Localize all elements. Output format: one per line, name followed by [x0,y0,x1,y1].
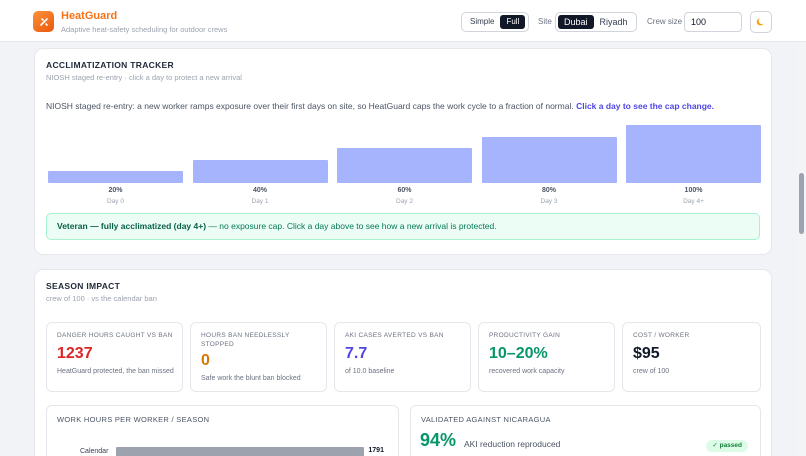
crew-size-label: Crew size [647,17,683,26]
season-title: SEASON IMPACT [46,281,121,291]
site-riyadh-button[interactable]: Riyadh [594,15,634,29]
metric-value: 7.7 [345,345,368,362]
metric-desc: of 10.0 baseline [345,368,395,375]
day-bar-3[interactable] [481,136,617,183]
day-label: Day 0 [107,198,124,205]
metric-label: HOURS BAN NEEDLESSLY STOPPED [201,332,290,348]
day-pct-label: 20% [108,187,123,194]
site-label: Site [538,17,552,26]
page-scrollbar[interactable] [797,42,806,456]
moon-icon [756,18,764,26]
metric-value: 1237 [57,345,93,362]
acclimatization-card: ACCLIMATIZATION TRACKER NIOSH staged re-… [34,48,772,255]
mode-toggle: Simple Full [461,12,529,32]
site-dubai-button[interactable]: Dubai [558,15,594,29]
metric-value: 0 [201,352,210,369]
flame-icon [39,17,48,26]
day-label: Day 3 [540,198,558,205]
day-bar-1[interactable] [192,159,328,183]
metric-label: DANGER HOURS CAUGHT VS BAN [57,332,173,339]
day-pct-label: 60% [397,187,412,194]
day-pct-label: 40% [252,187,267,194]
app-logo [33,11,54,32]
day-label: Day 4+ [683,198,704,205]
metric-productivity-gain: PRODUCTIVITY GAIN 10–20% recovered work … [478,322,615,392]
metric-label: PRODUCTIVITY GAIN [489,332,561,339]
metric-desc: Safe work the blunt ban blocked [201,375,301,382]
metric-desc: HeatGuard protected, the ban missed [57,368,174,375]
scrollbar-thumb[interactable] [799,173,804,234]
acclimatization-intro: NIOSH staged re-entry: a new worker ramp… [46,101,714,111]
metric-value: $95 [633,345,660,362]
day-bar-0[interactable] [48,171,183,183]
day-label: Day 2 [396,198,413,205]
day-bar-4[interactable] [626,125,761,183]
work-hours-row-label: Calendar [80,448,109,455]
season-subtitle: crew of 100 · vs the calendar ban [46,294,157,303]
metric-label: AKI CASES AVERTED VS BAN [345,332,444,339]
theme-toggle-button[interactable] [750,11,772,33]
status-bold: Veteran — fully acclimatized (day 4+) [57,221,207,231]
status-text: — no exposure cap. Click a day above to … [206,221,497,231]
metric-desc: recovered work capacity [489,368,565,375]
day-bar-2[interactable] [337,148,472,183]
crew-size-input[interactable]: 100 [684,12,742,32]
day-label: Day 1 [251,198,269,205]
mode-full-button[interactable]: Full [500,15,526,29]
acclimatization-status-banner: Veteran — fully acclimatized (day 4+) — … [46,213,760,240]
work-hours-title: WORK HOURS PER WORKER / SEASON [57,415,210,424]
metric-desc: crew of 100 [633,368,670,375]
app-tagline: Adaptive heat-safety scheduling for outd… [61,25,228,34]
intro-text: NIOSH staged re-entry: a new worker ramp… [46,101,574,111]
intro-cta: Click a day to see the cap change. [576,101,715,111]
metric-value: 10–20% [489,345,548,362]
work-hours-bar [116,447,365,456]
work-hours-row-value: 1791 [368,447,384,454]
passed-badge: ✓ passed [706,440,748,452]
metric-danger-hours: DANGER HOURS CAUGHT VS BAN 1237 HeatGuar… [46,322,183,392]
validation-value: 94% [420,430,457,450]
validation-title: VALIDATED AGAINST NICARAGUA [421,415,551,424]
acclimatization-subtitle: NIOSH staged re-entry · click a day to p… [46,73,242,82]
metric-label: COST / WORKER [633,332,690,339]
metric-cost-per-worker: COST / WORKER $95 crew of 100 [622,322,761,392]
app-name: HeatGuard [61,10,118,22]
validation-text: AKI reduction reproduced [464,439,561,449]
metric-aki-averted: AKI CASES AVERTED VS BAN 7.7 of 10.0 bas… [334,322,471,392]
metric-hours-stopped: HOURS BAN NEEDLESSLY STOPPED 0 Safe work… [190,322,327,392]
work-hours-panel: WORK HOURS PER WORKER / SEASON Calendar … [46,405,399,456]
top-bar: HeatGuard Adaptive heat-safety schedulin… [0,0,806,42]
day-pct-label: 100% [684,187,703,194]
mode-simple-button[interactable]: Simple [464,15,500,29]
season-impact-card: SEASON IMPACT crew of 100 · vs the calen… [34,269,772,456]
day-pct-label: 80% [541,187,556,194]
acclimatization-title: ACCLIMATIZATION TRACKER [46,60,174,70]
validation-panel: VALIDATED AGAINST NICARAGUA 94% AKI redu… [410,405,761,456]
site-toggle: Dubai Riyadh [555,12,637,32]
